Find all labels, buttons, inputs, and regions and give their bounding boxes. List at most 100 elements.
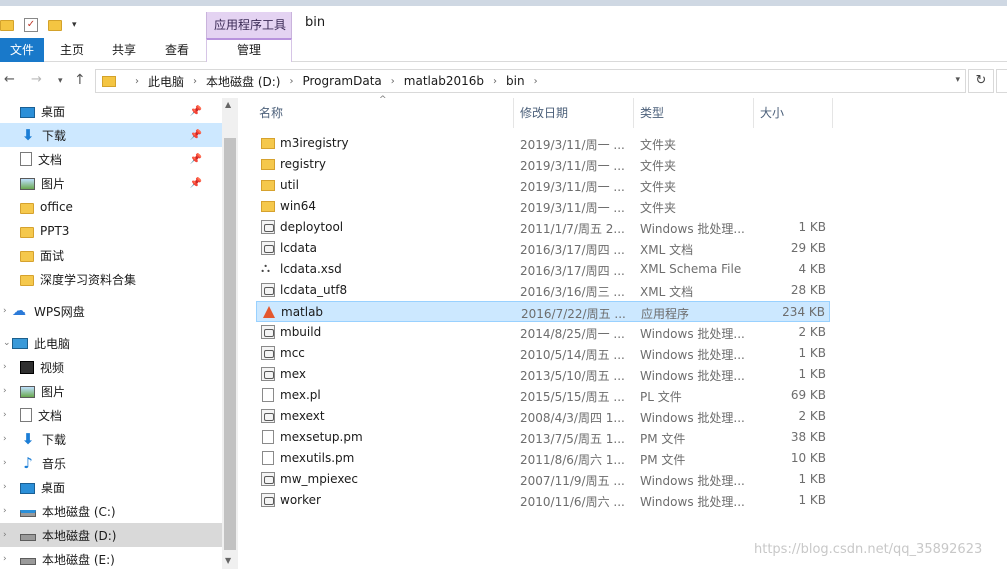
nav-item-wps-drive[interactable]: › ☁ WPS网盘 [0,299,222,323]
breadcrumb-drive-d[interactable]: 本地磁盘 (D:) [206,73,280,90]
pin-icon[interactable]: 📌 [190,130,202,141]
file-row[interactable]: win64 2019/3/11/周一 ... 文件夹 [256,196,830,217]
chevron-down-icon[interactable]: ▾ [955,75,960,85]
nav-item-desktop[interactable]: 桌面 📌 [0,99,222,123]
file-row[interactable]: mexsetup.pm 2013/7/5/周五 1... PM 文件 38 KB [256,427,830,448]
file-date: 2019/3/11/周一 ... [520,180,625,194]
chevron-right-icon[interactable]: › [3,362,7,372]
file-row[interactable]: util 2019/3/11/周一 ... 文件夹 [256,175,830,196]
tab-share[interactable]: 共享 [104,38,144,62]
file-row[interactable]: mw_mpiexec 2007/11/9/周五 ... Windows 批处理.… [256,469,830,490]
file-row[interactable]: ⛬ lcdata.xsd 2016/3/17/周四 ... XML Schema… [256,259,830,280]
column-header-type[interactable]: 类型 [640,98,664,128]
tab-file[interactable]: 文件 [0,38,44,62]
picture-icon [20,177,35,190]
scroll-down-icon[interactable]: ▼ [225,556,231,565]
chevron-right-icon[interactable]: › [493,76,497,87]
nav-item-office[interactable]: office [0,195,222,219]
nav-item-drive-c[interactable]: › 本地磁盘 (C:) [0,499,222,523]
file-row[interactable]: mcc 2010/5/14/周五 ... Windows 批处理... 1 KB [256,343,830,364]
new-folder-icon[interactable] [48,19,62,31]
properties-icon[interactable]: ✓ [24,18,38,32]
nav-item-downloads[interactable]: ⬇ 下载 📌 [0,123,222,147]
file-row[interactable]: registry 2019/3/11/周一 ... 文件夹 [256,154,830,175]
pin-icon[interactable]: 📌 [190,106,202,117]
document-icon [20,408,32,422]
chevron-right-icon[interactable]: › [3,506,7,516]
chevron-right-icon[interactable]: › [534,76,538,87]
file-type: 文件夹 [640,138,677,152]
column-divider[interactable] [753,98,754,128]
chevron-right-icon[interactable]: › [3,410,7,420]
nav-item-this-pc[interactable]: ⌄ 此电脑 [0,331,222,355]
pin-icon[interactable]: 📌 [190,154,202,165]
file-row[interactable]: deploytool 2011/1/7/周五 2... Windows 批处理.… [256,217,830,238]
desktop-icon [20,106,35,118]
nav-item-pc-downloads[interactable]: › ⬇ 下载 [0,427,222,451]
nav-item-pictures[interactable]: 图片 📌 [0,171,222,195]
customize-toolbar-icon[interactable]: ▾ [72,20,77,30]
nav-item-videos[interactable]: › 视频 [0,355,222,379]
column-divider[interactable] [513,98,514,128]
nav-item-music[interactable]: › ♪ 音乐 [0,451,222,475]
chevron-right-icon[interactable]: › [3,434,7,444]
chevron-right-icon[interactable]: › [3,458,7,468]
nav-item-ppt3[interactable]: PPT3 [0,219,222,243]
file-row[interactable]: worker 2010/11/6/周六 ... Windows 批处理... 1… [256,490,830,511]
nav-item-pc-desktop[interactable]: › 桌面 [0,475,222,499]
address-bar[interactable]: › 此电脑 › 本地磁盘 (D:) › ProgramData › matlab… [95,69,966,93]
file-row[interactable]: mex 2013/5/10/周五 ... Windows 批处理... 1 KB [256,364,830,385]
recent-locations-icon[interactable]: ▾ [58,76,63,86]
search-input[interactable] [996,69,1007,93]
file-row[interactable]: mex.pl 2015/5/15/周五 ... PL 文件 69 KB [256,385,830,406]
nav-item-drive-e[interactable]: › 本地磁盘 (E:) [0,547,222,569]
watermark-text: https://blog.csdn.net/qq_35892623 [754,542,983,557]
folder-icon[interactable] [0,19,14,31]
column-header-name[interactable]: 名称 [259,98,283,128]
file-row[interactable]: mbuild 2014/8/25/周一 ... Windows 批处理... 2… [256,322,830,343]
tab-manage[interactable]: 管理 [206,38,292,62]
breadcrumb-this-pc[interactable]: 此电脑 [148,73,184,90]
chevron-right-icon[interactable]: › [3,530,7,540]
file-row[interactable]: lcdata 2016/3/17/周四 ... XML 文档 29 KB [256,238,830,259]
chevron-right-icon[interactable]: › [3,306,7,316]
chevron-right-icon[interactable]: › [3,482,7,492]
nav-item-documents[interactable]: 文档 📌 [0,147,222,171]
nav-scrollbar[interactable]: ▲ ▼ [222,98,238,569]
file-row[interactable]: m3iregistry 2019/3/11/周一 ... 文件夹 [256,133,830,154]
chevron-right-icon[interactable]: › [193,76,197,87]
tab-home[interactable]: 主页 [52,38,92,62]
file-row[interactable]: mexutils.pm 2011/8/6/周六 1... PM 文件 10 KB [256,448,830,469]
refresh-icon[interactable]: ↻ [968,69,994,93]
forward-arrow-icon[interactable]: → [31,72,42,87]
breadcrumb-bin[interactable]: bin [506,74,525,88]
back-arrow-icon[interactable]: ← [4,72,15,87]
file-row[interactable]: lcdata_utf8 2016/3/16/周三 ... XML 文档 28 K… [256,280,830,301]
up-arrow-icon[interactable]: ↑ [74,72,86,88]
nav-item-pc-documents[interactable]: › 文档 [0,403,222,427]
tab-view[interactable]: 查看 [157,38,197,62]
nav-item-interview[interactable]: 面试 [0,243,222,267]
breadcrumb-matlab2016b[interactable]: matlab2016b [404,74,484,88]
chevron-right-icon[interactable]: › [391,76,395,87]
folder-icon [102,75,116,87]
chevron-right-icon[interactable]: › [3,554,7,564]
pin-icon[interactable]: 📌 [190,178,202,189]
nav-item-pc-pictures[interactable]: › 图片 [0,379,222,403]
chevron-right-icon[interactable]: › [135,76,139,87]
file-row[interactable]: matlab 2016/7/22/周五 ... 应用程序 234 KB [256,301,830,322]
breadcrumb-programdata[interactable]: ProgramData [302,74,381,88]
nav-item-label: PPT3 [40,224,70,238]
file-row[interactable]: mexext 2008/4/3/周四 1... Windows 批处理... 2… [256,406,830,427]
scrollbar-thumb[interactable] [224,138,236,550]
nav-item-drive-d[interactable]: › 本地磁盘 (D:) [0,523,222,547]
column-divider[interactable] [832,98,833,128]
column-header-date[interactable]: 修改日期 [520,98,568,128]
chevron-down-icon[interactable]: ⌄ [3,338,11,348]
chevron-right-icon[interactable]: › [289,76,293,87]
column-header-size[interactable]: 大小 [760,98,784,128]
chevron-right-icon[interactable]: › [3,386,7,396]
nav-item-deep-learning[interactable]: 深度学习资料合集 [0,267,222,291]
scroll-up-icon[interactable]: ▲ [225,100,231,109]
column-divider[interactable] [633,98,634,128]
